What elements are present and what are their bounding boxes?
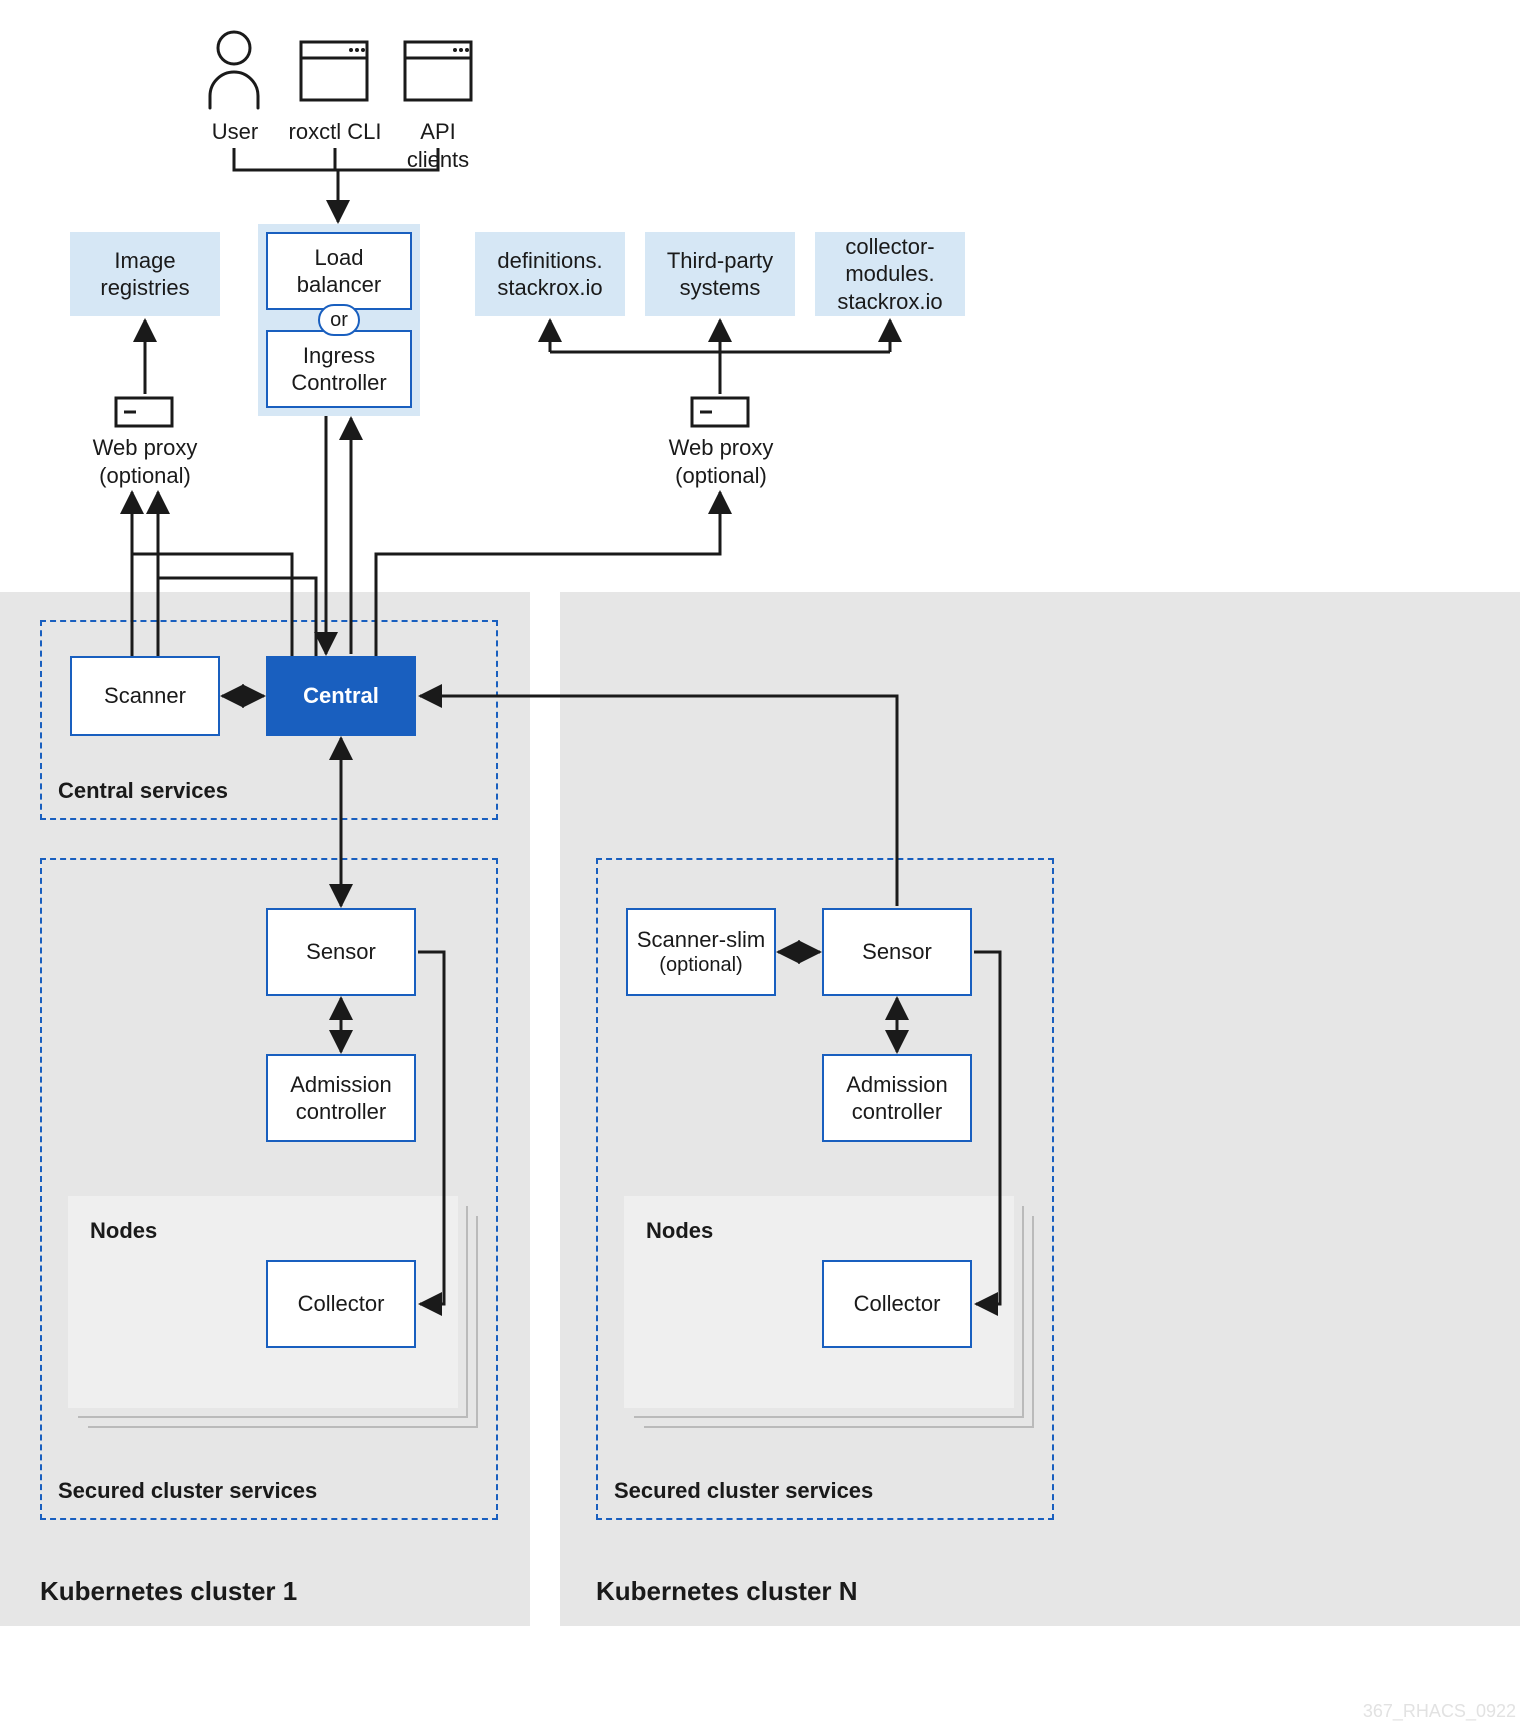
ingress-controller-box: Ingress Controller (266, 330, 412, 408)
clusterN-title: Kubernetes cluster N (596, 1576, 858, 1607)
api-clients-label: API clients (388, 118, 488, 173)
proxy-right-optional: (optional) (675, 463, 767, 488)
or-pill: or (318, 304, 360, 336)
cluster1-title: Kubernetes cluster 1 (40, 1576, 297, 1607)
watermark: 367_RHACS_0922 (1363, 1701, 1516, 1722)
proxy-left-optional: (optional) (99, 463, 191, 488)
secured-cluster1-label: Secured cluster services (58, 1478, 317, 1504)
user-icon (204, 30, 264, 110)
admissionN-box: Admission controller (822, 1054, 972, 1142)
proxy-right-icon (690, 396, 750, 428)
roxctl-window-icon (299, 40, 369, 102)
scanner-slim-box: Scanner-slim (optional) (626, 908, 776, 996)
collector1-box: Collector (266, 1260, 416, 1348)
diagram-canvas: User roxctl CLI API clients Image regist… (0, 0, 1520, 1726)
sensor1-box: Sensor (266, 908, 416, 996)
scanner-box: Scanner (70, 656, 220, 736)
collector-modules-box: collector- modules. stackrox.io (815, 232, 965, 316)
api-window-icon (403, 40, 473, 102)
proxy-left-label: Web proxy (optional) (90, 434, 200, 489)
proxy-right-title: Web proxy (669, 435, 774, 460)
proxy-left-icon (114, 396, 174, 428)
nodes1-label: Nodes (90, 1218, 157, 1244)
scanner-slim-optional: (optional) (637, 953, 765, 978)
proxy-left-title: Web proxy (93, 435, 198, 460)
admission1-box: Admission controller (266, 1054, 416, 1142)
proxy-right-label: Web proxy (optional) (666, 434, 776, 489)
central-box: Central (266, 656, 416, 736)
user-label: User (200, 118, 270, 146)
load-balancer-box: Load balancer (266, 232, 412, 310)
third-party-box: Third-party systems (645, 232, 795, 316)
scanner-slim-title: Scanner-slim (637, 926, 765, 954)
collectorN-box: Collector (822, 1260, 972, 1348)
secured-clusterN-label: Secured cluster services (614, 1478, 873, 1504)
central-services-label: Central services (58, 778, 228, 804)
roxctl-label: roxctl CLI (280, 118, 390, 146)
definitions-box: definitions. stackrox.io (475, 232, 625, 316)
image-registries-box: Image registries (70, 232, 220, 316)
nodesN-label: Nodes (646, 1218, 713, 1244)
sensorN-box: Sensor (822, 908, 972, 996)
